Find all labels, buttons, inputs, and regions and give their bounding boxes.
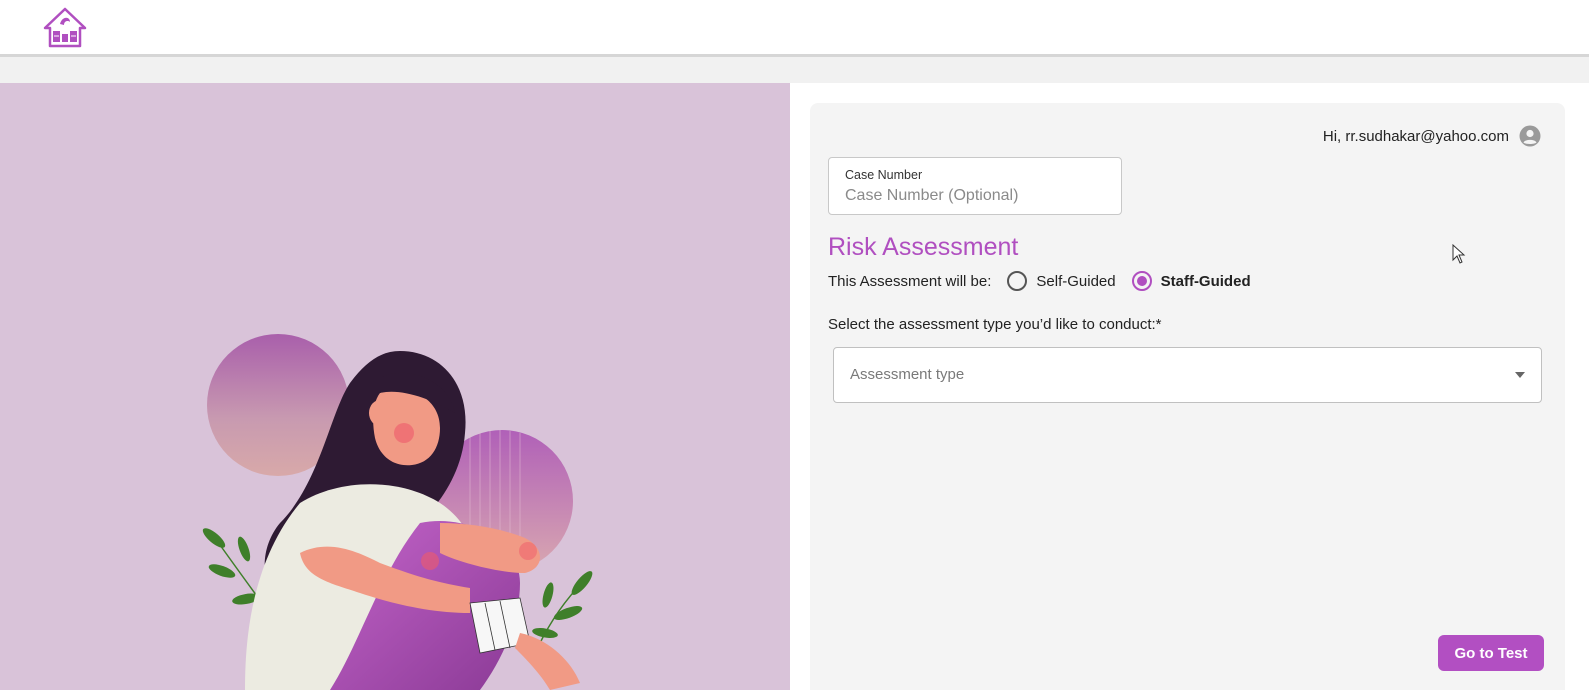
house-logo-icon[interactable] (42, 6, 88, 48)
top-bar (0, 0, 1589, 57)
person-illustration (202, 334, 593, 690)
case-number-field[interactable]: Case Number (828, 157, 1122, 215)
assessment-card: Hi, rr.sudhakar@yahoo.com Case Number Ri… (810, 103, 1565, 690)
user-greeting: Hi, rr.sudhakar@yahoo.com (1323, 125, 1541, 147)
dropdown-arrow-icon[interactable] (1515, 372, 1525, 378)
case-number-input[interactable] (845, 187, 1105, 205)
assessment-mode-group: This Assessment will be: Self-Guided Sta… (828, 269, 1267, 293)
self-guided-option[interactable]: Self-Guided (1007, 271, 1116, 291)
staff-guided-label[interactable]: Staff-Guided (1161, 273, 1251, 290)
self-guided-radio[interactable] (1007, 271, 1028, 291)
page-title: Risk Assessment (828, 233, 1019, 261)
mouse-cursor-icon (1452, 244, 1466, 264)
self-guided-label[interactable]: Self-Guided (1036, 273, 1115, 290)
assessment-type-placeholder: Assessment type (850, 366, 965, 383)
greeting-text: Hi, rr.sudhakar@yahoo.com (1322, 127, 1509, 145)
staff-guided-option[interactable]: Staff-Guided (1131, 271, 1251, 291)
assessment-type-prompt: Select the assessment type you’d like to… (828, 316, 1162, 333)
go-to-test-button[interactable]: Go to Test (1438, 635, 1544, 671)
staff-guided-radio[interactable] (1131, 271, 1152, 291)
assessment-type-select[interactable]: Assessment type (833, 347, 1542, 403)
user-avatar-icon[interactable] (1519, 125, 1541, 147)
form-panel: Hi, rr.sudhakar@yahoo.com Case Number Ri… (790, 83, 1589, 690)
case-number-label: Case Number (845, 168, 923, 182)
illustration-panel (0, 83, 790, 690)
assessment-mode-label: This Assessment will be: (828, 272, 992, 290)
